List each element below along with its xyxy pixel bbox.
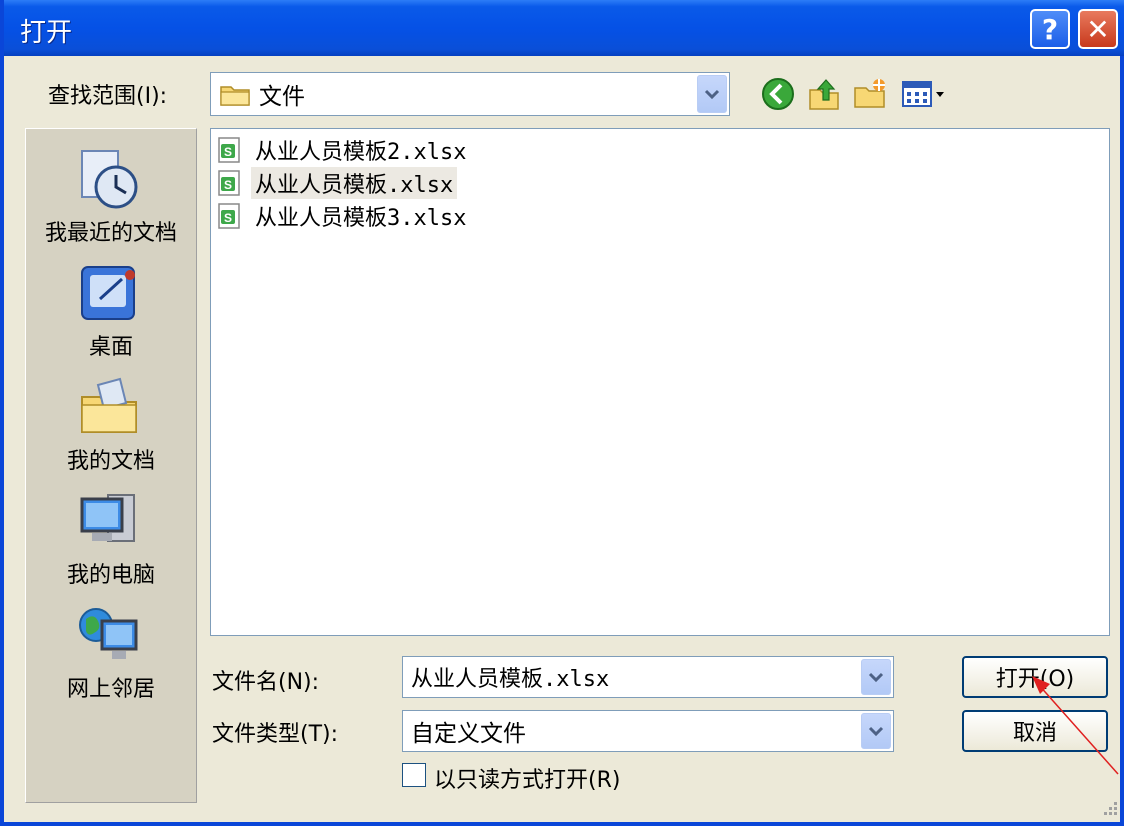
new-folder-icon[interactable]: [852, 76, 888, 112]
open-file-dialog: 打开 ? ✕ 查找范围(I): 文件 我最近的文档 桌面 我的文档 我的电脑 网…: [0, 0, 1124, 826]
filename-dropdown-button[interactable]: [861, 659, 891, 695]
file-list[interactable]: S 从业人员模板2.xlsx S 从业人员模板.xlsx S 从业人员模板3.x…: [210, 128, 1110, 636]
chevron-down-icon: [704, 89, 720, 100]
svg-text:S: S: [224, 145, 232, 159]
filetype-dropdown-button[interactable]: [861, 713, 891, 749]
window-title: 打开: [20, 18, 73, 48]
spreadsheet-file-icon: S: [218, 203, 240, 229]
svg-text:S: S: [224, 211, 232, 225]
recent-documents-icon: [81, 150, 138, 209]
cancel-button[interactable]: 取消: [962, 710, 1108, 752]
places-bar: 我最近的文档 桌面 我的文档 我的电脑 网上邻居: [25, 128, 197, 803]
resize-grip-icon[interactable]: [1100, 798, 1120, 818]
lookin-value: 文件: [259, 84, 305, 110]
filetype-combo[interactable]: 自定义文件: [402, 710, 894, 752]
chevron-down-icon: [868, 672, 884, 683]
desktop-icon: [81, 266, 135, 320]
spreadsheet-file-icon: S: [218, 137, 240, 163]
up-folder-icon[interactable]: [806, 76, 842, 112]
title-bar[interactable]: 打开 ? ✕: [4, 0, 1124, 56]
place-recent[interactable]: 我最近的文档: [26, 139, 196, 249]
close-icon: ✕: [1086, 12, 1110, 46]
filename-input[interactable]: 从业人员模板.xlsx: [403, 661, 861, 693]
readonly-label: 以只读方式打开(R): [434, 768, 621, 793]
place-label: 网上邻居: [66, 677, 155, 702]
folder-icon: [220, 86, 250, 106]
lookin-combo[interactable]: 文件: [210, 72, 730, 116]
file-item[interactable]: S 从业人员模板3.xlsx: [215, 201, 470, 231]
filename-label: 文件名(N):: [212, 670, 320, 695]
lookin-label: 查找范围(I):: [48, 84, 168, 109]
view-menu-icon[interactable]: [900, 76, 948, 112]
place-label: 我最近的文档: [44, 221, 177, 246]
place-my-computer[interactable]: 我的电脑: [26, 481, 196, 591]
file-name: 从业人员模板.xlsx: [251, 167, 458, 199]
place-my-documents[interactable]: 我的文档: [26, 367, 196, 477]
place-desktop[interactable]: 桌面: [26, 253, 196, 363]
place-label: 我的电脑: [66, 563, 155, 588]
back-icon[interactable]: [760, 76, 796, 112]
place-network[interactable]: 网上邻居: [26, 595, 196, 705]
place-label: 我的文档: [66, 449, 155, 474]
place-label: 桌面: [88, 335, 133, 360]
close-button[interactable]: ✕: [1078, 9, 1118, 49]
filename-combo[interactable]: 从业人员模板.xlsx: [402, 656, 894, 698]
svg-text:S: S: [224, 178, 232, 192]
file-name: 从业人员模板3.xlsx: [255, 206, 467, 231]
help-button[interactable]: ?: [1030, 9, 1070, 49]
question-mark-icon: ?: [1041, 12, 1059, 46]
my-documents-icon: [81, 377, 137, 433]
network-places-icon: [79, 608, 138, 659]
filetype-label: 文件类型(T):: [212, 722, 339, 747]
readonly-checkbox[interactable]: [402, 763, 426, 787]
file-name: 从业人员模板2.xlsx: [255, 140, 467, 165]
file-item-selected[interactable]: S 从业人员模板.xlsx: [215, 167, 458, 199]
filetype-value: 自定义文件: [411, 721, 526, 747]
lookin-dropdown-button[interactable]: [697, 75, 727, 113]
spreadsheet-file-icon: S: [218, 170, 240, 196]
open-button[interactable]: 打开(O): [962, 656, 1108, 698]
file-item[interactable]: S 从业人员模板2.xlsx: [215, 135, 470, 165]
chevron-down-icon: [868, 726, 884, 737]
my-computer-icon: [80, 494, 135, 542]
